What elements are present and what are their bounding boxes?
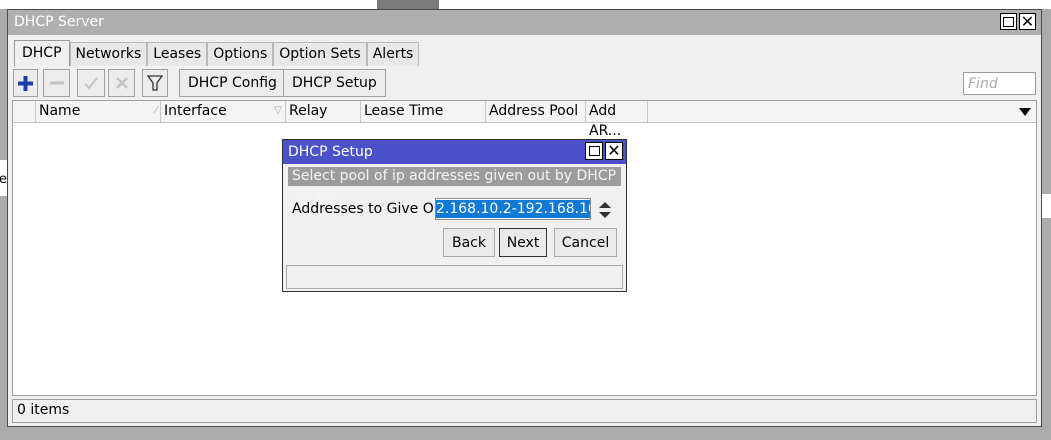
back-button[interactable]: Back bbox=[443, 228, 495, 257]
dialog-close-button[interactable]: ✕ bbox=[605, 142, 623, 160]
maximize-icon bbox=[1003, 16, 1014, 27]
maximize-button[interactable] bbox=[1000, 13, 1017, 30]
remove-button[interactable] bbox=[43, 69, 70, 97]
column-chooser-button[interactable] bbox=[1016, 104, 1034, 119]
background-window-right-edge bbox=[1042, 194, 1051, 218]
column-header-relay[interactable]: Relay bbox=[286, 101, 361, 122]
disable-button[interactable] bbox=[108, 69, 135, 97]
enable-check-icon bbox=[84, 77, 98, 90]
dialog-instruction-banner: Select pool of ip addresses given out by… bbox=[288, 167, 621, 202]
column-header-blank[interactable] bbox=[13, 101, 36, 122]
sort-down-icon: ▽ bbox=[274, 105, 282, 116]
disable-x-icon bbox=[115, 77, 128, 89]
dialog-maximize-button[interactable] bbox=[585, 142, 603, 160]
column-header-add-arp[interactable]: Add AR... bbox=[586, 101, 648, 139]
add-icon bbox=[18, 75, 33, 91]
tab-option-sets[interactable]: Option Sets bbox=[273, 42, 367, 66]
window-titlebar[interactable]: DHCP Server ✕ bbox=[8, 10, 1041, 35]
column-header-lease-time[interactable]: Lease Time bbox=[361, 101, 486, 122]
filter-icon bbox=[147, 75, 163, 91]
addresses-value: 2.168.10.2-192.168.10.254 bbox=[436, 200, 590, 218]
addresses-to-give-out-input[interactable]: 2.168.10.2-192.168.10.254 bbox=[435, 198, 591, 220]
dhcp-config-button[interactable]: DHCP Config bbox=[179, 69, 286, 97]
close-icon: ✕ bbox=[1020, 11, 1035, 31]
table-header: Name ⁄ Interface ▽ Relay Lease Time Addr… bbox=[13, 101, 1036, 139]
maximize-icon bbox=[588, 146, 600, 156]
background-window-fragment bbox=[377, 0, 439, 9]
dialog-status-bar bbox=[286, 265, 623, 289]
dhcp-setup-button[interactable]: DHCP Setup bbox=[283, 69, 386, 97]
tab-dhcp[interactable]: DHCP bbox=[14, 40, 70, 66]
items-count: 0 items bbox=[17, 402, 70, 418]
tab-leases[interactable]: Leases bbox=[147, 42, 208, 66]
dialog-titlebar[interactable]: DHCP Setup ✕ bbox=[283, 140, 626, 164]
status-bar: 0 items bbox=[12, 399, 1037, 423]
window-title: DHCP Server bbox=[14, 14, 104, 30]
next-button[interactable]: Next bbox=[499, 228, 547, 257]
sort-indicator-icon: ⁄ bbox=[155, 105, 157, 116]
find-input[interactable] bbox=[963, 72, 1036, 95]
enable-button[interactable] bbox=[77, 69, 105, 97]
tab-alerts[interactable]: Alerts bbox=[366, 42, 420, 66]
filter-button[interactable] bbox=[142, 69, 168, 97]
chevron-down-icon bbox=[1019, 107, 1031, 116]
column-header-interface[interactable]: Interface ▽ bbox=[161, 101, 286, 122]
tab-networks[interactable]: Networks bbox=[69, 42, 148, 66]
remove-icon bbox=[49, 81, 64, 85]
add-button[interactable] bbox=[13, 69, 38, 97]
dialog-title: DHCP Setup bbox=[288, 144, 373, 160]
close-button[interactable]: ✕ bbox=[1019, 13, 1036, 30]
column-header-name[interactable]: Name ⁄ bbox=[36, 101, 161, 122]
tab-options[interactable]: Options bbox=[207, 42, 274, 66]
addresses-label: Addresses to Give Out: bbox=[292, 201, 453, 217]
column-header-address-pool[interactable]: Address Pool bbox=[486, 101, 586, 122]
tab-bar: DHCP Networks Leases Options Option Sets… bbox=[14, 40, 420, 66]
dhcp-setup-dialog: DHCP Setup ✕ Select pool of ip addresses… bbox=[282, 139, 627, 292]
cancel-button[interactable]: Cancel bbox=[554, 228, 617, 257]
up-down-spinner-icon[interactable] bbox=[597, 199, 613, 221]
close-icon: ✕ bbox=[607, 141, 621, 160]
background-window-strip bbox=[0, 0, 1051, 9]
